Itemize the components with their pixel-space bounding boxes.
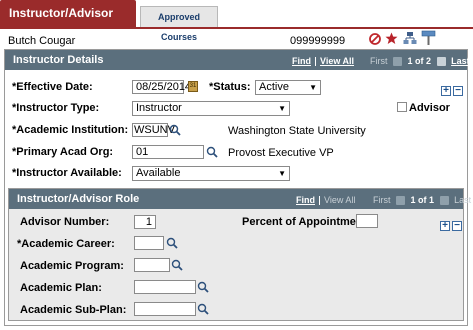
role-navigation: Find View All [296,195,355,206]
chevron-down-icon: ▼ [309,83,317,92]
instructor-details-pager: First 1 of 2 Last [370,56,470,67]
no-entry-icon[interactable] [369,33,381,45]
academic-sub-plan-field[interactable] [134,302,196,316]
instructor-type-label: *Instructor Type: [12,102,100,114]
add-row-button[interactable]: + [440,221,450,231]
effective-date-label: *Effective Date: [12,81,93,93]
section-title: Instructor Details [13,54,104,66]
academic-plan-field[interactable] [134,280,196,294]
instructor-available-value: Available [136,167,181,179]
section-title: Instructor/Advisor Role [17,193,140,205]
view-all-link[interactable]: View All [320,56,354,66]
academic-sub-plan-label: Academic Sub-Plan: [20,304,127,316]
person-id: 099999999 [290,35,346,47]
previous-arrow-icon[interactable] [396,196,406,206]
chevron-down-icon: ▼ [278,169,286,178]
previous-arrow-icon[interactable] [393,57,403,67]
advisor-number-field[interactable]: 1 [134,215,156,229]
status-label: *Status: [209,81,251,93]
delete-row-button[interactable]: − [453,86,463,96]
percent-of-appointment-label: Percent of Appointment: [242,216,370,228]
lookup-icon[interactable] [197,281,209,293]
advisor-label: Advisor [409,102,450,114]
lookup-icon[interactable] [197,303,209,315]
primary-acad-org-description: Provost Executive VP [228,147,334,159]
advisor-number-label: Advisor Number: [20,216,110,228]
pager-status: 1 of 2 [407,56,432,66]
lookup-icon[interactable] [166,237,178,249]
primary-acad-org-field[interactable]: 01 [132,145,204,159]
academic-plan-label: Academic Plan: [20,282,102,294]
next-arrow-icon[interactable] [436,57,446,67]
percent-of-appointment-field[interactable] [356,214,378,228]
next-arrow-icon[interactable] [439,196,449,206]
find-link[interactable]: Find [296,195,315,205]
instructor-available-label: *Instructor Available: [12,167,122,179]
primary-acad-org-label: *Primary Acad Org: [12,146,114,158]
academic-career-label: *Academic Career: [17,238,115,250]
tab-approved-courses[interactable]: Approved Courses [140,6,218,42]
signpost-icon[interactable] [421,30,436,45]
role-pager: First 1 of 1 Last [373,195,471,206]
advisor-checkbox[interactable] [397,102,407,112]
delete-row-button[interactable]: − [452,221,462,231]
view-all-link[interactable]: View All [324,195,355,205]
academic-career-field[interactable] [134,236,164,250]
first-link[interactable]: First [370,56,388,66]
status-select[interactable]: Active ▼ [255,80,321,95]
last-link[interactable]: Last [451,56,470,66]
tab-instructor-advisor-table[interactable]: Instructor/Advisor Table [0,0,136,46]
status-value: Active [259,81,289,93]
lookup-icon[interactable] [169,124,181,136]
academic-institution-label: *Academic Institution: [12,124,129,136]
pager-status: 1 of 1 [410,195,435,205]
lookup-icon[interactable] [206,146,218,158]
first-link[interactable]: First [373,195,391,205]
favorite-star-icon[interactable] [385,32,398,45]
find-link[interactable]: Find [292,56,311,66]
instructor-details-navigation: Find View All [292,56,354,67]
instructor-type-value: Instructor [136,102,182,114]
tab-underline [0,27,473,29]
academic-institution-field[interactable]: WSUNV [132,123,175,137]
lookup-icon[interactable] [171,259,183,271]
effective-date-field[interactable]: 08/25/2014 [132,80,191,94]
add-row-button[interactable]: + [441,86,451,96]
academic-program-field[interactable] [134,258,170,272]
instructor-type-select[interactable]: Instructor ▼ [132,101,290,116]
last-link[interactable]: Last [454,195,471,205]
chevron-down-icon: ▼ [278,104,286,113]
academic-program-label: Academic Program: [20,260,124,272]
org-chart-icon[interactable] [403,31,417,45]
person-name: Butch Cougar [8,35,76,47]
academic-institution-description: Washington State University [228,125,366,137]
calendar-icon[interactable]: 31 [188,81,198,92]
instructor-available-select[interactable]: Available ▼ [132,166,290,181]
